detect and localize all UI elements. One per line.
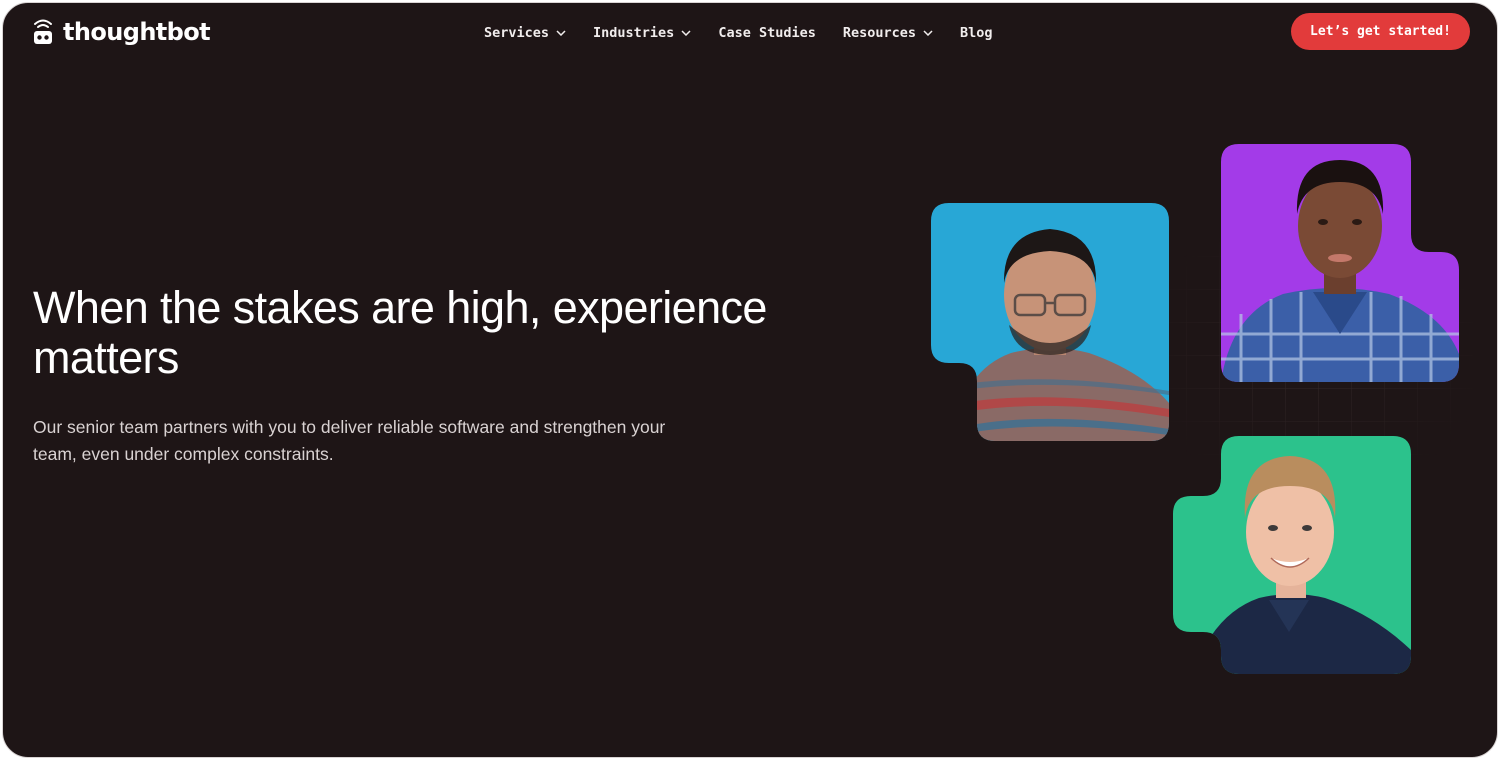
- nav-item-case-studies[interactable]: Case Studies: [718, 25, 816, 41]
- brand-name: thoughtbot: [63, 18, 211, 46]
- nav-item-label: Case Studies: [718, 25, 816, 41]
- nav-item-label: Resources: [842, 25, 917, 41]
- nav-item-resources[interactable]: Resources: [843, 25, 933, 41]
- chevron-down-icon: [556, 30, 566, 36]
- nav-item-industries[interactable]: Industries: [593, 25, 691, 41]
- nav-item-label: Industries: [593, 25, 675, 41]
- nav-item-services[interactable]: Services: [484, 25, 566, 41]
- robot-icon: [34, 19, 52, 44]
- nav-item-label: Blog: [960, 25, 993, 41]
- page-frame: thoughtbot Services Industries Case Stud…: [2, 2, 1498, 758]
- hero-subtitle: Our senior team partners with you to del…: [33, 417, 666, 464]
- man-in-plaid-shirt-portrait: [1221, 144, 1459, 382]
- nav-item-label: Services: [484, 25, 550, 41]
- main-nav: Services Industries Case Studies Resourc…: [484, 21, 993, 45]
- man-with-glasses-portrait: [931, 203, 1169, 441]
- chevron-down-icon: [923, 30, 933, 36]
- hero-title: When the stakes are high, experience mat…: [33, 282, 767, 383]
- brand-logo[interactable]: thoughtbot: [31, 15, 211, 49]
- chevron-down-icon: [681, 30, 691, 36]
- nav-item-blog[interactable]: Blog: [960, 25, 993, 41]
- get-started-button[interactable]: Let’s get started!: [1291, 13, 1470, 50]
- smiling-man-portrait: [1173, 436, 1411, 674]
